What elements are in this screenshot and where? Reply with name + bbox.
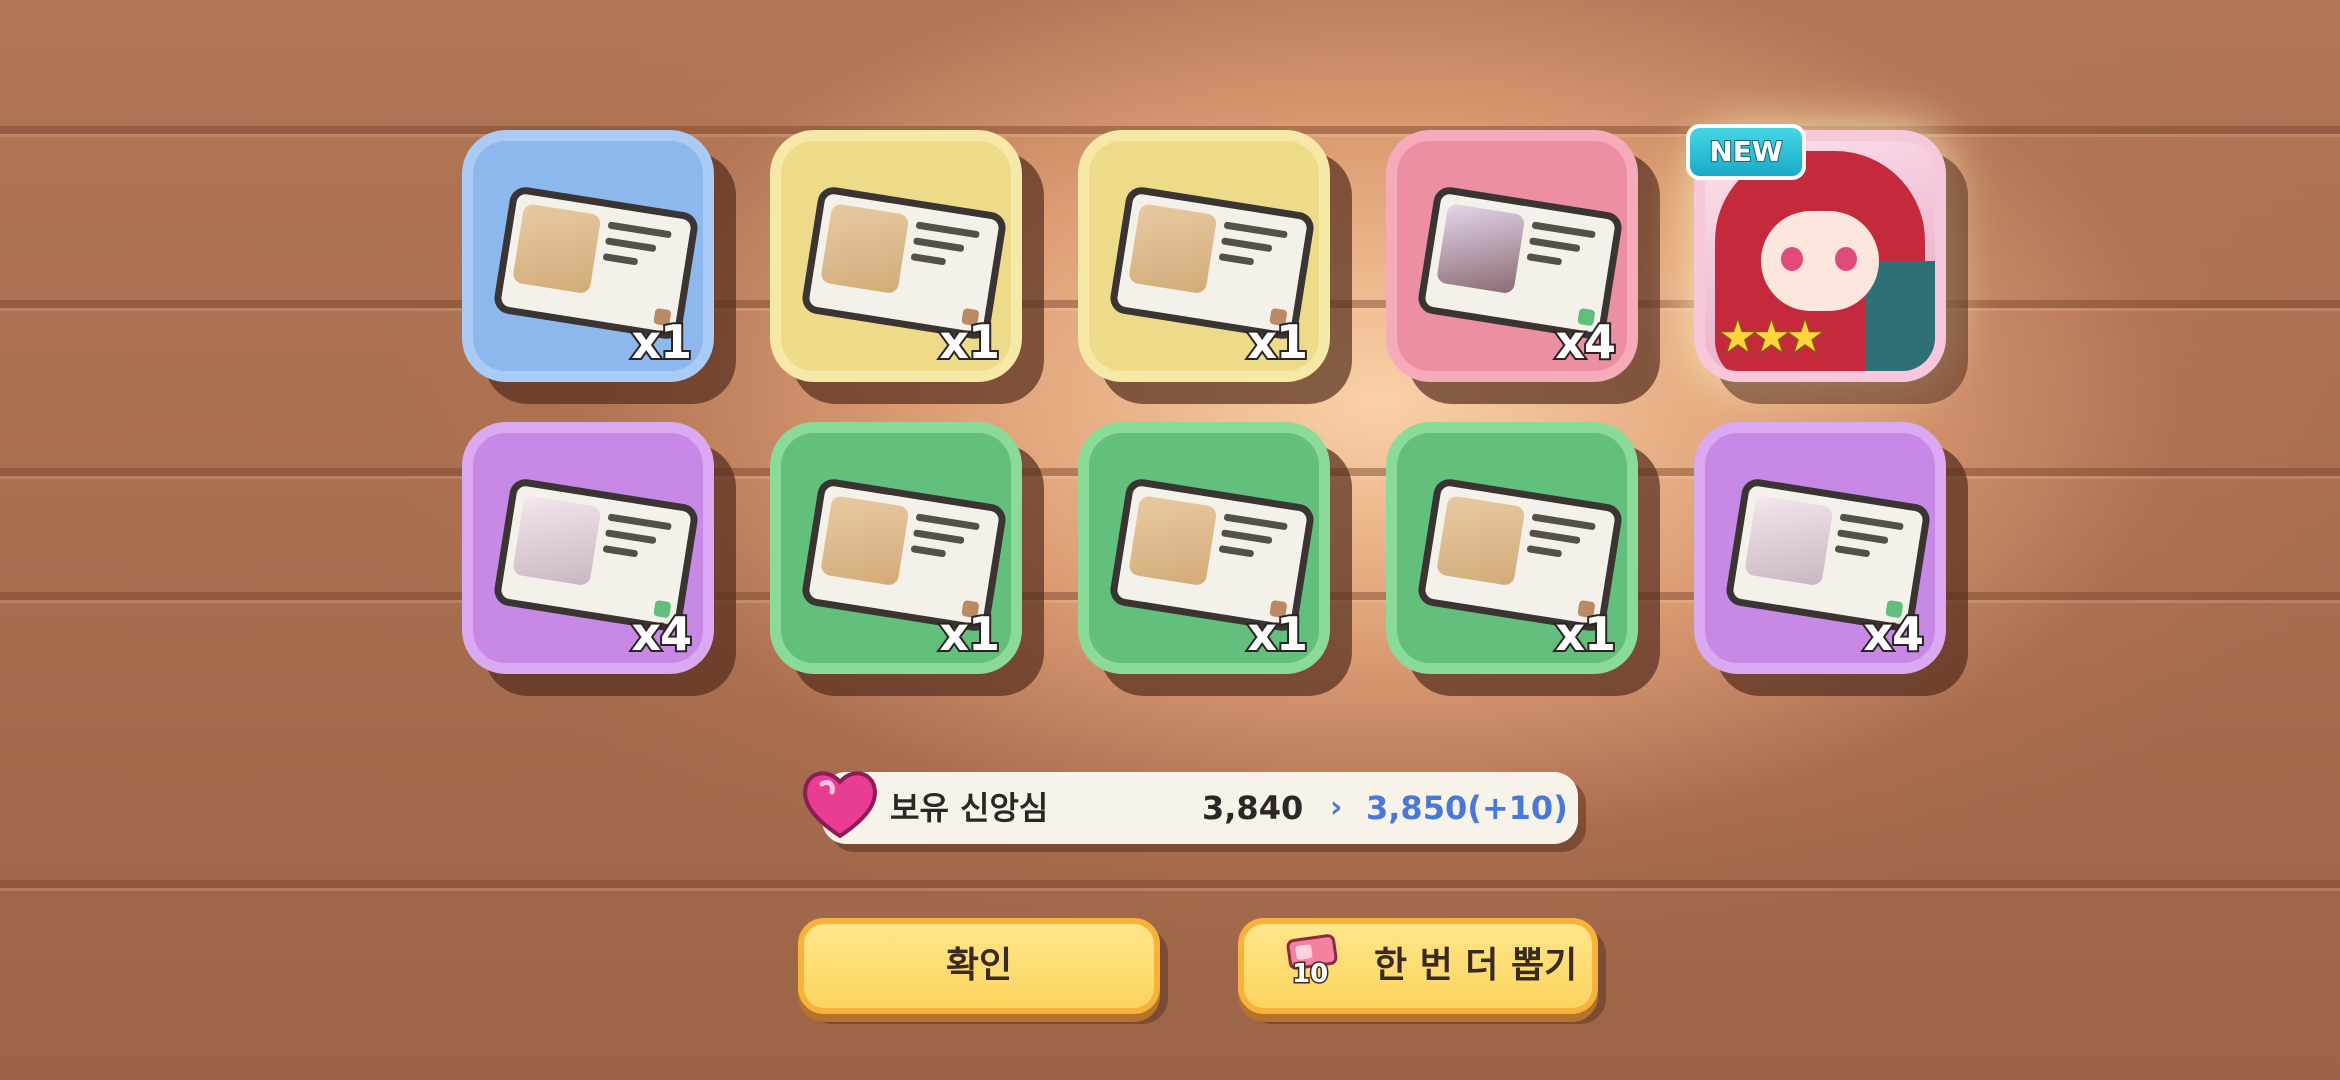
reward-card[interactable]: x1 [1386,422,1638,674]
reward-card[interactable]: x1 [770,422,1022,674]
reward-card[interactable]: x4 [1694,422,1946,674]
ticket-count: 10 [1290,958,1329,991]
reward-grid: x1 x1 x1 x4 ★★★ NEW x4 x1 x1 x1 x4 [0,0,2340,1080]
reward-quantity: x1 [629,313,694,371]
draw-again-button[interactable]: 10 한 번 더 뽑기 [1238,918,1598,1014]
confirm-button-label: 확인 [945,945,1013,986]
draw-again-label: 한 번 더 뽑기 [1374,945,1578,986]
heart-gem-icon [803,771,877,839]
reward-quantity: x1 [1245,313,1310,371]
faith-label: 보유 신앙심 [890,789,1049,827]
faith-new-value: 3,850(+10) [1366,789,1568,827]
reward-quantity: x1 [1553,605,1618,663]
star-rating: ★★★ [1718,311,1826,363]
reward-quantity: x1 [1245,605,1310,663]
reward-card[interactable]: x1 [1078,130,1330,382]
confirm-button[interactable]: 확인 [798,918,1160,1014]
chevron-right-icon: › [1330,790,1343,825]
new-badge: NEW [1686,124,1806,180]
reward-card[interactable]: x1 [462,130,714,382]
reward-card[interactable]: x4 [462,422,714,674]
faith-current-value: 3,840 [1202,789,1304,827]
reward-card[interactable]: x4 [1386,130,1638,382]
reward-quantity: x4 [1861,605,1926,663]
reward-quantity: x1 [937,605,1002,663]
faith-summary: 보유 신앙심 3,840 › 3,850(+10) [803,771,1578,844]
reward-quantity: x1 [937,313,1002,371]
reward-quantity: x4 [1553,313,1618,371]
reward-card[interactable]: x1 [1078,422,1330,674]
reward-quantity: x4 [629,605,694,663]
reward-card[interactable]: x1 [770,130,1022,382]
